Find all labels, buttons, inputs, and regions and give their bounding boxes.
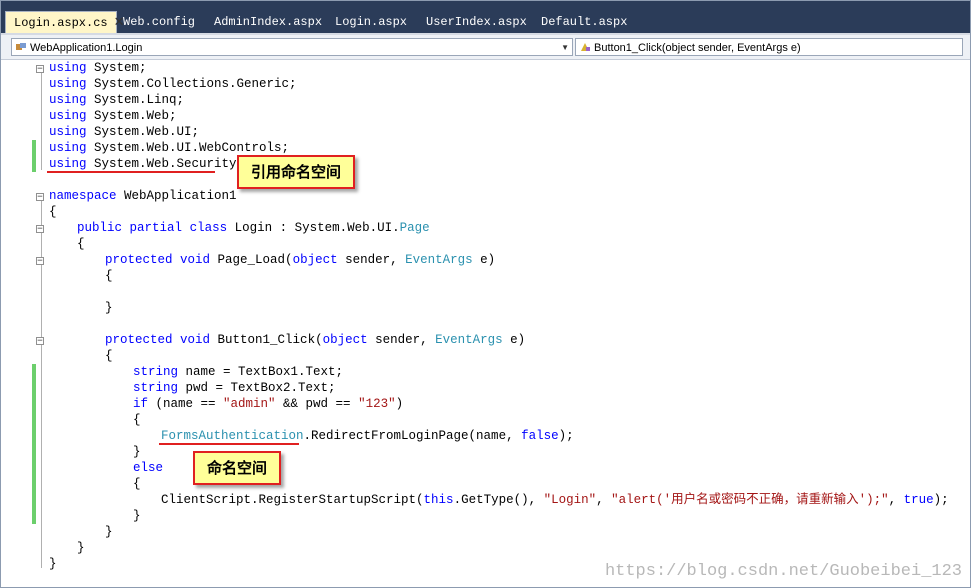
code-line-using-security: using System.Web.Security;: [49, 157, 245, 171]
callout-namespace: 命名空间: [193, 451, 282, 485]
code-line: string pwd = TextBox2.Text;: [133, 381, 336, 395]
code-editor[interactable]: − − − − − using System; using System.Col…: [1, 60, 970, 587]
tab-adminindex-aspx[interactable]: AdminIndex.aspx: [206, 11, 330, 33]
type-dropdown-value: WebApplication1.Login: [30, 42, 143, 54]
code-line-forms-auth: FormsAuthentication.RedirectFromLoginPag…: [161, 429, 574, 443]
tab-userindex-aspx[interactable]: UserIndex.aspx: [418, 11, 535, 33]
tab-login-aspx-cs[interactable]: Login.aspx.cs ✕: [5, 11, 125, 33]
code-line: {: [77, 237, 85, 251]
member-dropdown-value: Button1_Click(object sender, EventArgs e…: [594, 42, 801, 54]
code-line: if (name == "admin" && pwd == "123"): [133, 397, 404, 411]
tab-web-config[interactable]: Web.config: [115, 11, 203, 33]
collapse-icon[interactable]: −: [36, 65, 44, 74]
collapse-icon[interactable]: −: [36, 337, 44, 346]
annotation-underline: [159, 443, 299, 445]
editor-window: Login.aspx.cs ✕ Web.config AdminIndex.asp…: [0, 0, 971, 588]
navigation-bar: WebApplication1.Login ▼ Button1_Click(ob…: [1, 35, 970, 60]
code-line: }: [77, 541, 85, 555]
change-marker: [32, 364, 36, 524]
code-line: protected void Page_Load(object sender, …: [105, 253, 496, 267]
outline-guide: [41, 198, 42, 568]
code-line: {: [49, 205, 57, 219]
outline-guide: [41, 70, 42, 170]
collapse-icon[interactable]: −: [36, 225, 44, 234]
tab-login-aspx[interactable]: Login.aspx: [327, 11, 415, 33]
code-line: using System.Collections.Generic;: [49, 77, 297, 91]
code-line: using System;: [49, 61, 147, 75]
code-line: {: [105, 349, 113, 363]
type-dropdown[interactable]: WebApplication1.Login ▼: [11, 38, 573, 56]
code-line: using System.Web.UI.WebControls;: [49, 141, 290, 155]
member-dropdown[interactable]: Button1_Click(object sender, EventArgs e…: [575, 38, 963, 56]
tab-default-aspx[interactable]: Default.aspx: [533, 11, 635, 33]
code-line: }: [105, 301, 113, 315]
tab-label: Login.aspx.cs: [14, 16, 108, 30]
collapse-icon[interactable]: −: [36, 193, 44, 202]
document-tab-bar: Login.aspx.cs ✕ Web.config AdminIndex.asp…: [1, 1, 970, 35]
code-line: using System.Linq;: [49, 93, 185, 107]
code-line: protected void Button1_Click(object send…: [105, 333, 526, 347]
change-marker: [32, 140, 36, 172]
code-line: ClientScript.RegisterStartupScript(this.…: [161, 493, 949, 507]
code-line: }: [133, 445, 141, 459]
code-line: else: [133, 461, 164, 475]
code-line: string name = TextBox1.Text;: [133, 365, 344, 379]
code-line: {: [133, 477, 141, 491]
watermark: https://blog.csdn.net/Guobeibei_123: [604, 562, 962, 581]
code-line: using System.Web.UI;: [49, 125, 200, 139]
code-line: using System.Web;: [49, 109, 177, 123]
callout-reference-namespace: 引用命名空间: [237, 155, 356, 189]
code-line: }: [105, 525, 113, 539]
code-line: namespace WebApplication1: [49, 189, 237, 203]
class-icon: [16, 43, 26, 50]
code-line: public partial class Login : System.Web.…: [77, 221, 430, 235]
event-method-icon: [581, 43, 590, 51]
chevron-down-icon: ▼: [561, 43, 569, 52]
code-line: {: [133, 413, 141, 427]
code-line: }: [49, 557, 57, 571]
collapse-icon[interactable]: −: [36, 257, 44, 266]
code-line: {: [105, 269, 113, 283]
code-line: }: [133, 509, 141, 523]
annotation-underline: [47, 171, 215, 173]
